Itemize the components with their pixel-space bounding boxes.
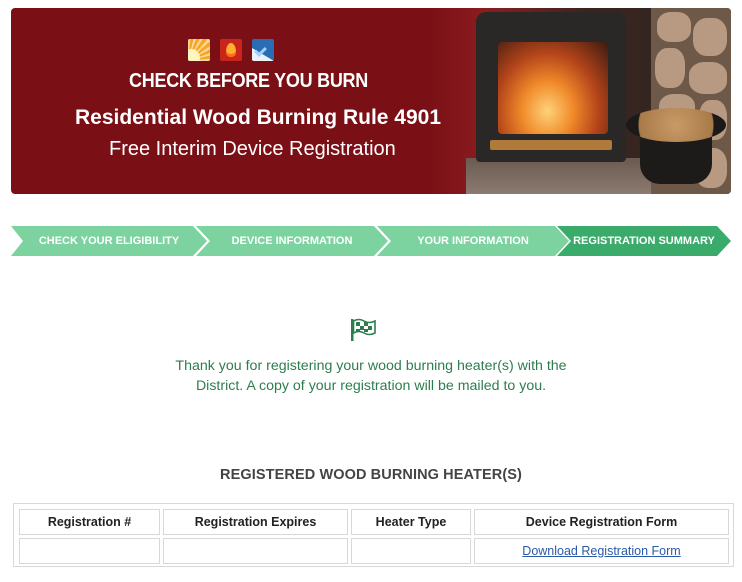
checkmark-icon <box>252 39 274 61</box>
stone <box>689 62 727 94</box>
step-label: CHECK YOUR ELIGIBILITY <box>38 235 180 247</box>
step-device-information: DEVICE INFORMATION <box>196 226 388 256</box>
registration-expires-cell <box>163 538 348 564</box>
banner-text-area: CHECK BEFORE YOU BURN Residential Wood B… <box>11 8 451 194</box>
confirmation-message: Thank you for registering your wood burn… <box>175 358 567 394</box>
registration-progress-steps: CHECK YOUR ELIGIBILITY DEVICE INFORMATIO… <box>11 226 731 256</box>
heaters-table: Registration # Registration Expires Heat… <box>16 506 732 567</box>
bucket-pellets <box>626 108 726 142</box>
header-banner: CHECK BEFORE YOU BURN Residential Wood B… <box>11 8 731 194</box>
download-registration-form-link[interactable]: Download Registration Form <box>522 544 680 558</box>
column-header-registration-number: Registration # <box>19 509 160 535</box>
checkered-flag-icon <box>351 318 376 341</box>
program-logo <box>188 39 274 61</box>
stove-fire-window <box>498 42 608 134</box>
stone <box>693 18 727 56</box>
registration-form-cell: Download Registration Form <box>474 538 729 564</box>
heater-type-cell <box>351 538 471 564</box>
table-row: Download Registration Form <box>19 538 729 564</box>
stone <box>657 12 691 42</box>
sun-icon <box>188 39 210 61</box>
step-label: DEVICE INFORMATION <box>231 235 353 247</box>
registration-number-cell <box>19 538 160 564</box>
step-label: YOUR INFORMATION <box>417 235 529 247</box>
stove-trim <box>490 140 612 150</box>
fire-icon <box>220 39 242 61</box>
step-check-eligibility: CHECK YOUR ELIGIBILITY <box>11 226 207 256</box>
pellet-bucket <box>626 108 726 188</box>
column-header-registration-expires: Registration Expires <box>163 509 348 535</box>
program-title: CHECK BEFORE YOU BURN <box>129 70 369 92</box>
step-your-information: YOUR INFORMATION <box>377 226 569 256</box>
step-label: REGISTRATION SUMMARY <box>573 235 715 247</box>
stone <box>655 48 685 88</box>
banner-subtitle: Free Interim Device Registration <box>109 138 396 160</box>
pellet-stove <box>476 12 626 162</box>
rule-title: Residential Wood Burning Rule 4901 <box>75 106 442 129</box>
registered-heaters-title: REGISTERED WOOD BURNING HEATER(S) <box>220 467 522 483</box>
stove-photo <box>466 8 731 194</box>
column-header-device-registration-form: Device Registration Form <box>474 509 729 535</box>
step-registration-summary: REGISTRATION SUMMARY <box>557 226 731 256</box>
registered-heaters-table: Registration # Registration Expires Heat… <box>13 503 734 567</box>
column-header-heater-type: Heater Type <box>351 509 471 535</box>
table-header-row: Registration # Registration Expires Heat… <box>19 509 729 535</box>
